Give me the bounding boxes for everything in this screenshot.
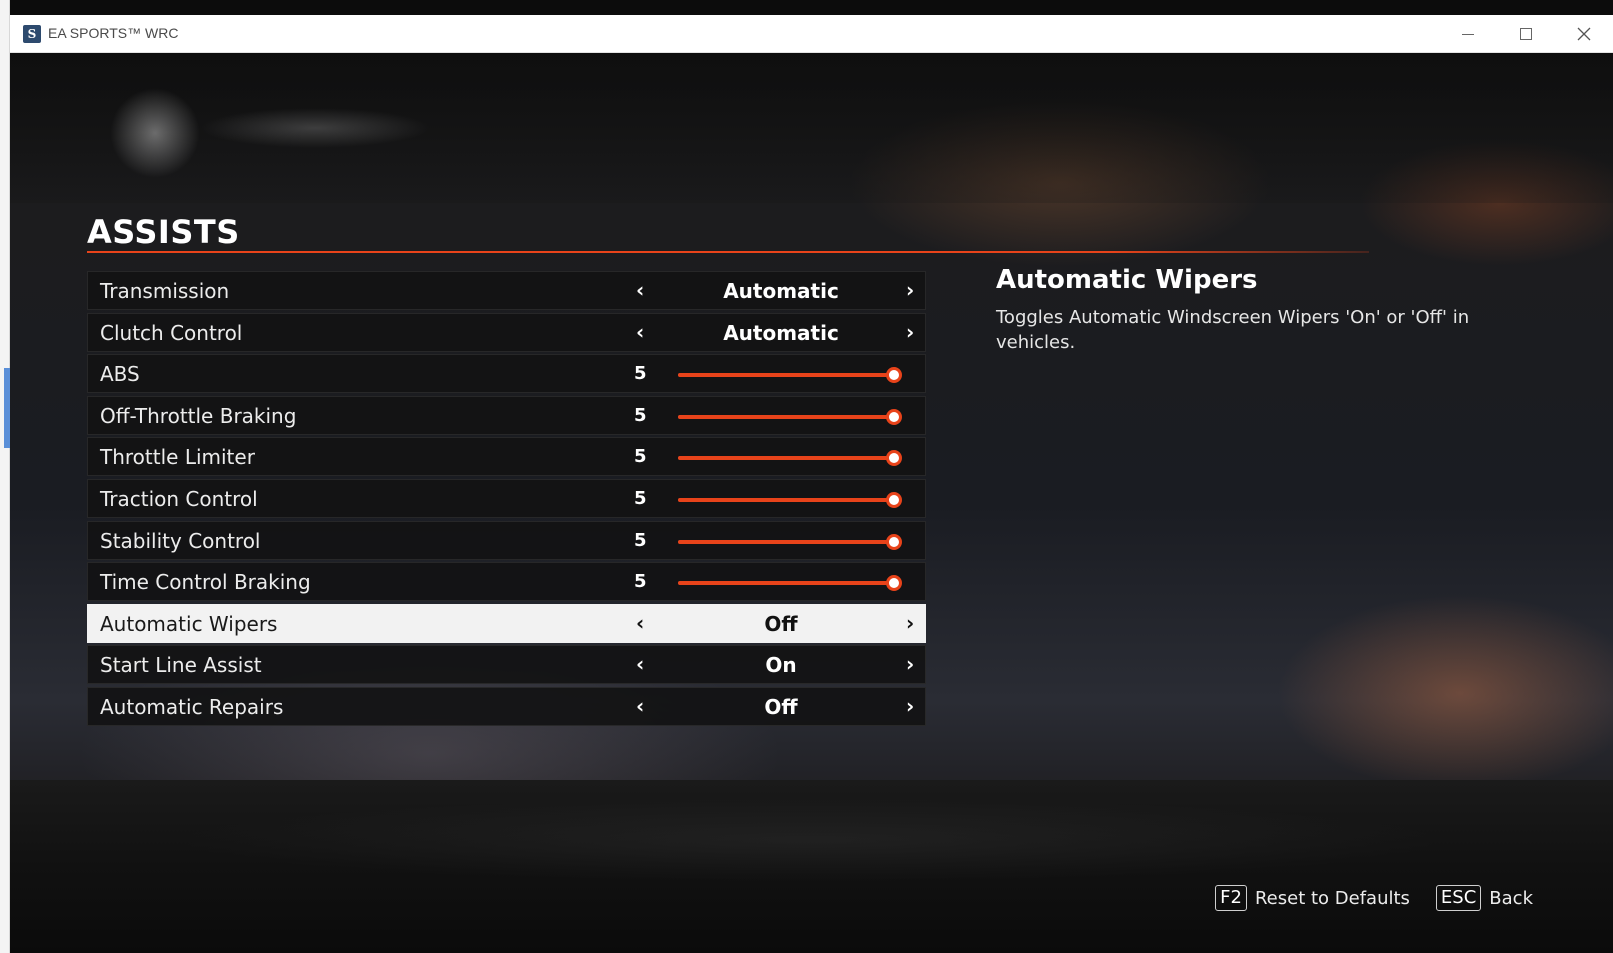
minimize-button[interactable] <box>1439 15 1497 53</box>
page-title: ASSISTS <box>87 213 240 251</box>
maximize-button[interactable] <box>1497 15 1555 53</box>
close-icon <box>1577 27 1591 41</box>
chevron-right-icon[interactable]: › <box>906 320 914 344</box>
slider-track[interactable] <box>678 367 902 384</box>
game-viewport: ASSISTS Transmission ‹ Automatic › Clutch Co… <box>10 53 1613 953</box>
setting-label: Traction Control <box>100 486 258 511</box>
maximize-icon <box>1520 28 1532 40</box>
chevron-left-icon[interactable]: ‹ <box>636 694 644 718</box>
slider-value: 5 <box>634 404 647 426</box>
setting-row-traction-control[interactable]: Traction Control 5 <box>87 478 926 518</box>
setting-row-automatic-repairs[interactable]: Automatic Repairs ‹ Off › <box>87 686 926 726</box>
desktop-left-edge <box>0 0 10 953</box>
app-icon: S <box>23 25 41 43</box>
slider-thumb[interactable] <box>886 491 902 508</box>
description-text: Toggles Automatic Windscreen Wipers 'On'… <box>996 307 1470 353</box>
blurred-header <box>200 108 430 148</box>
slider-track[interactable] <box>678 491 902 508</box>
setting-row-time-control-braking[interactable]: Time Control Braking 5 <box>87 562 926 602</box>
slider-track[interactable] <box>678 575 902 592</box>
setting-value: Automatic <box>723 279 839 303</box>
esc-keycap: ESC <box>1435 885 1482 911</box>
setting-label: Automatic Wipers <box>100 611 278 636</box>
slider-fill <box>678 414 894 419</box>
title-divider <box>87 251 1369 253</box>
blurred-logo <box>110 88 200 178</box>
chevron-left-icon[interactable]: ‹ <box>636 611 644 635</box>
setting-value: Off <box>764 611 798 636</box>
back-label: Back <box>1489 887 1533 909</box>
setting-row-stability-control[interactable]: Stability Control 5 <box>87 520 926 560</box>
setting-value: On <box>765 653 797 678</box>
slider-fill <box>678 373 894 378</box>
slider-track[interactable] <box>678 533 902 550</box>
slider-track[interactable] <box>678 408 902 425</box>
slider-value: 5 <box>634 529 647 551</box>
setting-label: Clutch Control <box>100 320 243 345</box>
slider-fill <box>678 497 894 502</box>
description-title: Automatic Wipers <box>996 265 1258 295</box>
chevron-right-icon[interactable]: › <box>906 652 914 676</box>
chevron-left-icon[interactable]: ‹ <box>636 652 644 676</box>
setting-row-off-throttle-braking[interactable]: Off-Throttle Braking 5 <box>87 395 926 435</box>
slider-thumb[interactable] <box>886 575 902 592</box>
setting-label: Start Line Assist <box>100 653 262 678</box>
slider-fill <box>678 581 894 586</box>
setting-row-automatic-wipers[interactable]: Automatic Wipers ‹ Off › <box>87 603 926 643</box>
chevron-left-icon[interactable]: ‹ <box>636 320 644 344</box>
slider-thumb[interactable] <box>886 408 902 425</box>
background-bottom-glow <box>10 780 1613 900</box>
slider-thumb[interactable] <box>886 533 902 550</box>
setting-value: Off <box>764 694 798 719</box>
slider-value: 5 <box>634 571 647 593</box>
game-window: S EA SPORTS™ WRC ASSISTS Transmission ‹ <box>10 15 1613 953</box>
slider-value: 5 <box>634 487 647 509</box>
slider-track[interactable] <box>678 450 902 467</box>
setting-label: Stability Control <box>100 528 261 553</box>
setting-label: ABS <box>100 362 140 387</box>
setting-label: Time Control Braking <box>100 570 311 595</box>
desktop-top-strip <box>10 0 1613 15</box>
minimize-icon <box>1462 33 1474 35</box>
chevron-right-icon[interactable]: › <box>906 278 914 302</box>
settings-list: Transmission ‹ Automatic › Clutch Control ‹ Au… <box>87 271 926 729</box>
window-titlebar: S EA SPORTS™ WRC <box>10 15 1613 53</box>
slider-value: 5 <box>634 363 647 385</box>
reset-defaults-label: Reset to Defaults <box>1254 887 1410 909</box>
setting-row-throttle-limiter[interactable]: Throttle Limiter 5 <box>87 437 926 477</box>
footer-hints: F2 Reset to Defaults ESC Back <box>1215 885 1533 911</box>
back-button[interactable]: ESC Back <box>1435 885 1533 911</box>
setting-label: Off-Throttle Braking <box>100 403 297 428</box>
window-title: EA SPORTS™ WRC <box>48 25 179 41</box>
setting-label: Automatic Repairs <box>100 694 284 719</box>
slider-fill <box>678 539 894 544</box>
setting-row-abs[interactable]: ABS 5 <box>87 354 926 394</box>
chevron-left-icon[interactable]: ‹ <box>636 278 644 302</box>
f2-keycap: F2 <box>1215 885 1247 911</box>
setting-row-transmission[interactable]: Transmission ‹ Automatic › <box>87 271 926 310</box>
setting-label: Transmission <box>100 279 230 303</box>
screen: S EA SPORTS™ WRC ASSISTS Transmission ‹ <box>0 0 1613 953</box>
reset-defaults-button[interactable]: F2 Reset to Defaults <box>1215 885 1410 911</box>
slider-value: 5 <box>634 446 647 468</box>
chevron-right-icon[interactable]: › <box>906 611 914 635</box>
close-button[interactable] <box>1555 15 1613 53</box>
setting-row-start-line-assist[interactable]: Start Line Assist ‹ On › <box>87 645 926 685</box>
setting-value: Automatic <box>723 320 839 345</box>
setting-label: Throttle Limiter <box>100 445 255 470</box>
slider-thumb[interactable] <box>886 450 902 467</box>
setting-row-clutch-control[interactable]: Clutch Control ‹ Automatic › <box>87 312 926 352</box>
chevron-right-icon[interactable]: › <box>906 694 914 718</box>
slider-thumb[interactable] <box>886 367 902 384</box>
slider-fill <box>678 456 894 461</box>
